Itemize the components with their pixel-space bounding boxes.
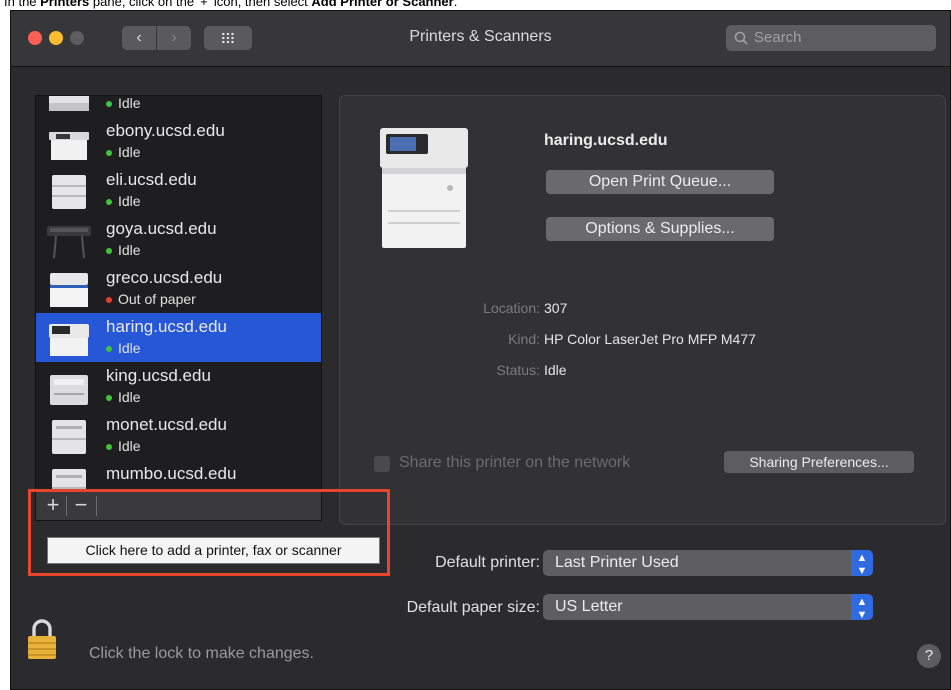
printer-name: goya.ucsd.edu (106, 219, 217, 238)
printer-list-item[interactable]: ebony.ucsd.edu Idle (36, 117, 321, 166)
lock-message: Click the lock to make changes. (89, 645, 314, 662)
instruction-caption: In the Printers pane, click on the '+' i… (4, 0, 458, 9)
printer-list-item[interactable]: haring.ucsd.edu Idle (36, 313, 321, 362)
printer-detail-panel: haring.ucsd.edu Open Print Queue... Opti… (339, 95, 946, 525)
printer-status: Out of paper (118, 291, 196, 307)
printer-icon (46, 220, 91, 260)
default-paper-size-value: US Letter (555, 598, 623, 615)
status-dot-icon (106, 395, 112, 401)
default-paper-size-label: Default paper size: (406, 599, 540, 616)
printer-icon (376, 118, 472, 253)
status-dot-icon (106, 346, 112, 352)
printer-list-item[interactable]: eli.ucsd.edu Idle (36, 166, 321, 215)
printer-list[interactable]: Idle ebony.ucsd.edu Idle eli.ucsd.edu Idle go… (35, 95, 322, 494)
printer-icon (46, 171, 91, 211)
default-printer-value: Last Printer Used (555, 554, 679, 571)
printer-icon (46, 269, 91, 309)
share-printer-checkbox[interactable] (374, 456, 390, 472)
title-bar: ‹ › Printers & Scanners Search (11, 11, 950, 67)
printer-icon (46, 122, 91, 162)
printer-status: Idle (118, 389, 141, 405)
chevron-updown-icon: ▲ ▼ (851, 550, 873, 577)
printer-name: mumbo.ucsd.edu (106, 464, 237, 483)
selected-printer-name: haring.ucsd.edu (544, 132, 668, 149)
location-label: Location: (483, 300, 540, 316)
printer-list-item[interactable]: goya.ucsd.edu Idle (36, 215, 321, 264)
printer-status: Idle (118, 95, 141, 111)
search-placeholder: Search (754, 29, 802, 46)
printers-scanners-window: ‹ › Printers & Scanners Search Idle ebony… (10, 10, 951, 690)
printer-name: haring.ucsd.edu (106, 317, 227, 336)
printer-icon (46, 96, 91, 113)
options-supplies-button[interactable]: Options & Supplies... (546, 217, 774, 241)
chevron-updown-icon: ▲ ▼ (851, 594, 873, 621)
location-value: 307 (544, 300, 568, 316)
search-field[interactable]: Search (726, 25, 936, 51)
status-dot-icon (106, 297, 112, 303)
printer-icon (46, 367, 91, 407)
status-label: Status: (496, 362, 540, 378)
status-value: Idle (544, 362, 567, 378)
lock-icon[interactable] (27, 618, 57, 660)
default-paper-size-select[interactable]: US Letter ▲ ▼ (543, 594, 873, 621)
printer-list-item[interactable]: Idle (36, 95, 321, 117)
sharing-preferences-button[interactable]: Sharing Preferences... (724, 451, 914, 473)
open-print-queue-button[interactable]: Open Print Queue... (546, 170, 774, 194)
printer-list-item[interactable]: greco.ucsd.edu Out of paper (36, 264, 321, 313)
search-icon (734, 25, 748, 60)
printer-name: greco.ucsd.edu (106, 268, 223, 287)
printer-status: Idle (118, 340, 141, 356)
kind-label: Kind: (508, 331, 540, 347)
status-dot-icon (106, 101, 112, 107)
status-dot-icon (106, 199, 112, 205)
status-dot-icon (106, 248, 112, 254)
printer-name: king.ucsd.edu (106, 366, 211, 385)
kind-value: HP Color LaserJet Pro MFP M477 (544, 331, 756, 347)
default-printer-select[interactable]: Last Printer Used ▲ ▼ (543, 550, 873, 577)
add-printer-tooltip: Click here to add a printer, fax or scan… (47, 537, 380, 564)
printer-name: eli.ucsd.edu (106, 170, 197, 189)
printer-status: Idle (118, 193, 141, 209)
printer-status: Idle (118, 438, 141, 454)
status-dot-icon (106, 444, 112, 450)
printer-list-item[interactable]: king.ucsd.edu Idle (36, 362, 321, 411)
printer-status: Idle (118, 242, 141, 258)
printer-icon (46, 416, 91, 456)
printer-list-item[interactable]: monet.ucsd.edu Idle (36, 411, 321, 460)
status-dot-icon (106, 150, 112, 156)
help-button[interactable]: ? (917, 644, 941, 668)
default-printer-label: Default printer: (435, 554, 540, 571)
share-printer-label: Share this printer on the network (399, 454, 631, 471)
printer-name: monet.ucsd.edu (106, 415, 227, 434)
printer-icon (46, 318, 91, 358)
printer-name: ebony.ucsd.edu (106, 121, 225, 140)
printer-status: Idle (118, 144, 141, 160)
